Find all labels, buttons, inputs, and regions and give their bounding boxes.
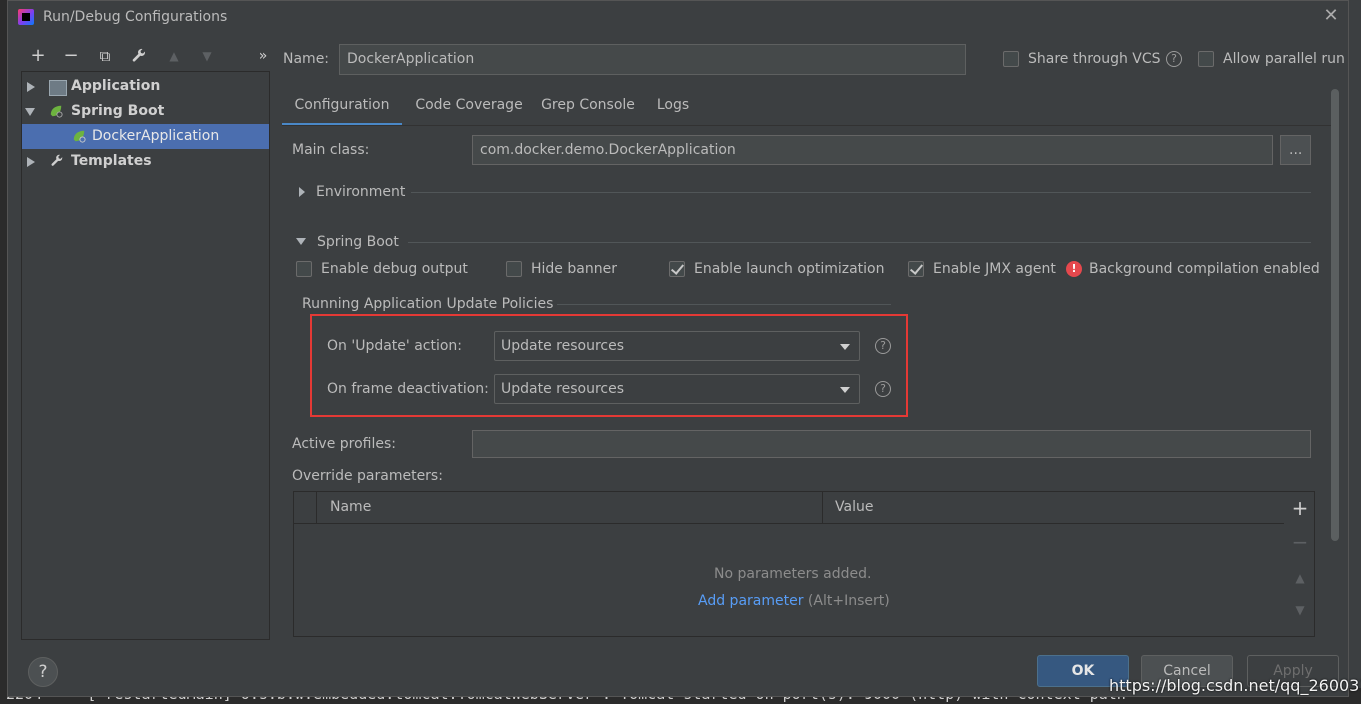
environment-section[interactable]: Environment [316,184,405,200]
share-vcs-label: Share through VCS [1028,51,1161,67]
more-icon[interactable]: » [252,45,274,67]
tree-label: Application [71,78,161,94]
remove-config-icon[interactable]: − [60,45,82,67]
dialog-title: Run/Debug Configurations [43,9,228,25]
help-icon[interactable]: ? [875,338,891,354]
bg-compilation-label: Background compilation enabled [1089,261,1320,277]
divider [411,192,1311,193]
spring-boot-icon [50,105,63,118]
watermark: https://blog.csdn.net/qq_26003101 [1109,676,1361,695]
error-icon: ! [1066,261,1082,277]
run-debug-dialog: Run/Debug Configurations ✕ + − ⧉ ▲ ▼ » A… [7,0,1349,697]
jmx-agent-label: Enable JMX agent [933,261,1056,277]
browse-button[interactable]: ... [1280,135,1311,165]
empty-table-text: No parameters added. [714,566,872,582]
collapse-arrow-icon[interactable] [25,108,35,116]
help-button[interactable]: ? [28,657,58,687]
column-header-value[interactable]: Value [835,499,873,515]
enable-debug-label: Enable debug output [321,261,468,277]
tree-label: DockerApplication [92,128,220,144]
override-params-label: Override parameters: [292,468,443,484]
config-tree: Application Spring Boot DockerApplicatio… [21,71,270,640]
add-config-icon[interactable]: + [27,45,49,67]
share-vcs-checkbox[interactable] [1003,51,1019,67]
on-frame-label: On frame deactivation: [327,381,489,397]
add-row-icon[interactable]: + [1290,498,1310,518]
on-frame-select[interactable]: Update resources [494,374,860,404]
scrollbar[interactable] [1331,89,1339,541]
enable-debug-checkbox[interactable] [296,261,312,277]
move-down-icon[interactable]: ▼ [196,45,218,67]
tab-grep-console[interactable]: Grep Console [536,89,640,126]
move-down-icon[interactable]: ▼ [1290,600,1310,620]
add-parameter-text[interactable]: Add parameter [698,593,803,609]
divider [557,304,891,305]
add-parameter-link[interactable]: Add parameter (Alt+Insert) [698,593,890,609]
active-profiles-input[interactable] [472,430,1311,458]
jmx-agent-checkbox[interactable] [908,261,924,277]
allow-parallel-label: Allow parallel run [1223,51,1345,67]
move-up-icon[interactable]: ▲ [163,45,185,67]
shortcut-hint: (Alt+Insert) [807,593,890,609]
title-bar: Run/Debug Configurations ✕ [8,1,1348,33]
expand-arrow-icon[interactable] [27,157,35,167]
spring-boot-app-icon [73,130,86,143]
hide-banner-label: Hide banner [531,261,617,277]
tree-label: Templates [71,153,152,169]
chevron-down-icon [840,387,850,393]
on-update-value: Update resources [501,338,624,354]
tab-divider [282,125,1332,126]
close-icon[interactable]: ✕ [1321,6,1341,26]
tree-item-spring-boot[interactable]: Spring Boot [22,99,269,124]
launch-optimization-label: Enable launch optimization [694,261,885,277]
on-frame-value: Update resources [501,381,624,397]
wrench-icon [51,154,63,166]
allow-parallel-checkbox[interactable] [1198,51,1214,67]
help-icon[interactable]: ? [875,381,891,397]
tree-item-templates[interactable]: Templates [22,149,269,174]
chevron-down-icon [840,344,850,350]
intellij-logo-icon [18,9,34,25]
main-class-input[interactable]: com.docker.demo.DockerApplication [472,135,1273,165]
main-class-label: Main class: [292,142,370,158]
help-icon[interactable]: ? [1166,51,1182,67]
wrench-icon[interactable] [128,45,150,67]
tree-item-application[interactable]: Application [22,74,269,99]
override-params-table: Name Value No parameters added. Add para… [293,491,1315,637]
on-update-select[interactable]: Update resources [494,331,860,361]
collapse-arrow-icon[interactable] [296,238,306,245]
remove-row-icon[interactable]: − [1290,532,1310,552]
tree-item-dockerapplication[interactable]: DockerApplication [22,124,269,149]
column-header-name[interactable]: Name [330,499,371,515]
background-ide-strip [1349,0,1361,704]
tab-code-coverage[interactable]: Code Coverage [410,89,528,126]
policies-title: Running Application Update Policies [302,296,554,312]
launch-optimization-checkbox[interactable] [669,261,685,277]
expand-arrow-icon[interactable] [299,187,305,197]
table-header: Name Value [294,492,1284,524]
spring-boot-section[interactable]: Spring Boot [317,234,399,250]
tab-logs[interactable]: Logs [648,89,698,126]
expand-arrow-icon[interactable] [27,82,35,92]
on-update-label: On 'Update' action: [327,338,463,354]
application-icon [49,80,67,96]
tree-label: Spring Boot [71,103,165,119]
divider [408,242,1311,243]
active-profiles-label: Active profiles: [292,436,396,452]
name-input[interactable]: DockerApplication [339,44,966,75]
name-label: Name: [283,51,330,67]
copy-config-icon[interactable]: ⧉ [94,45,116,67]
move-up-icon[interactable]: ▲ [1290,568,1310,588]
hide-banner-checkbox[interactable] [506,261,522,277]
tab-configuration[interactable]: Configuration [282,89,402,126]
